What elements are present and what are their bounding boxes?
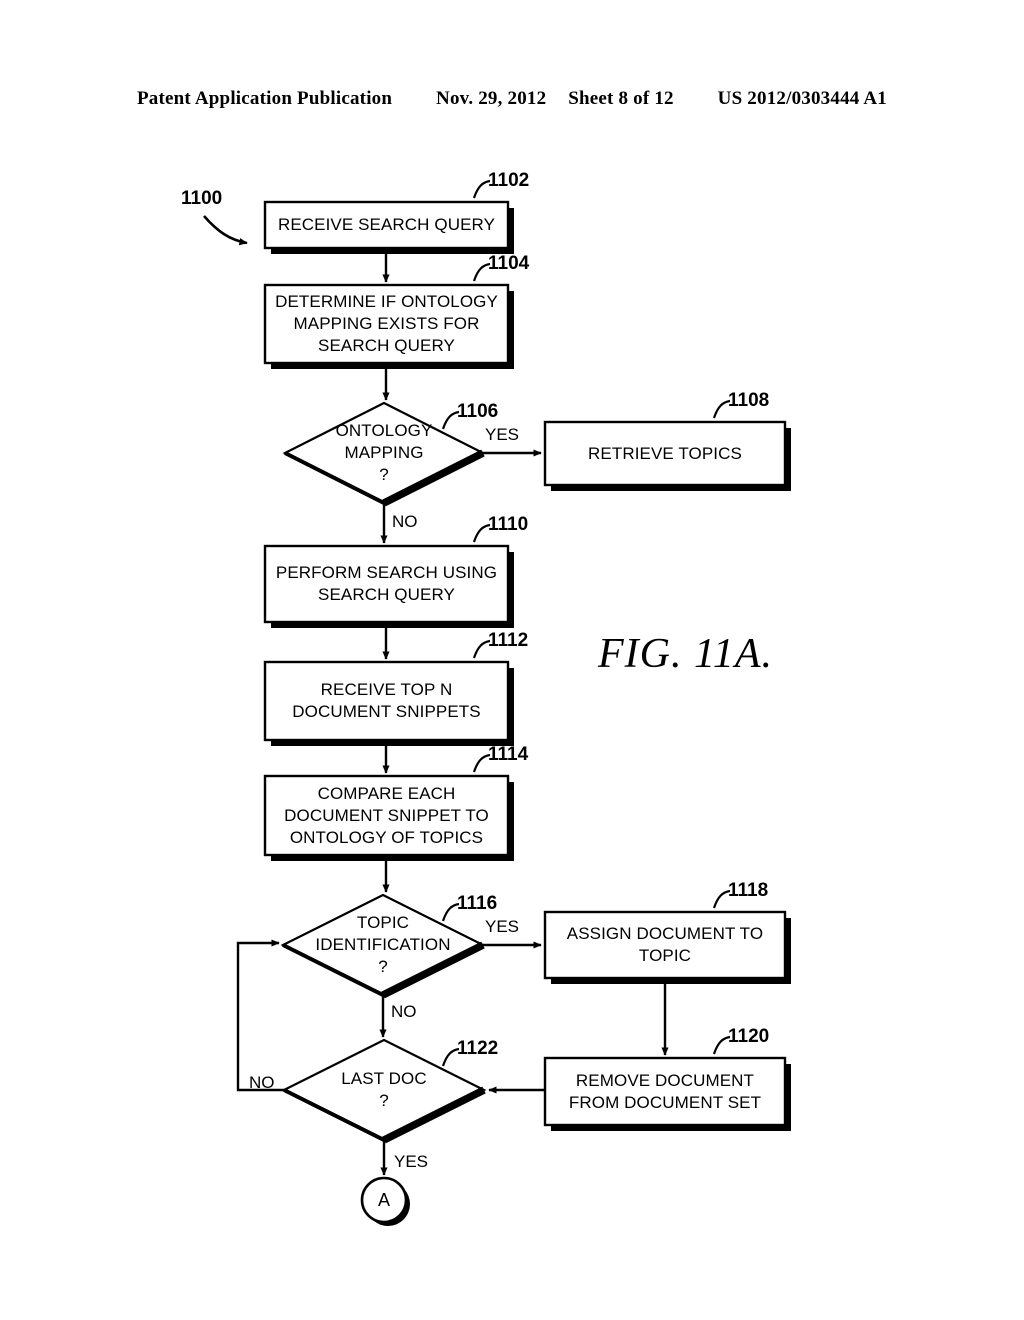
ref-number-1112: 1112 bbox=[488, 630, 529, 651]
box-1110 bbox=[263, 544, 510, 624]
patent-figure-page: Patent Application Publication Nov. 29, … bbox=[0, 0, 1024, 1320]
ref-number-1110: 1110 bbox=[488, 514, 529, 535]
box-1112 bbox=[263, 660, 510, 742]
diamond-1122 bbox=[281, 1038, 487, 1142]
ref-number-1122: 1122 bbox=[457, 1038, 499, 1059]
ref-number-1106: 1106 bbox=[457, 401, 499, 422]
box-1118 bbox=[543, 910, 787, 980]
diamond-1106 bbox=[282, 401, 486, 505]
edge-label-1116-no: NO bbox=[391, 1002, 417, 1021]
edge-label-1116-yes: YES bbox=[485, 917, 520, 936]
box-1120 bbox=[543, 1056, 787, 1127]
edge-label-1122-no: NO bbox=[249, 1073, 275, 1092]
box-1104 bbox=[263, 283, 510, 365]
edge-label-1106-no: NO bbox=[392, 512, 418, 531]
edge-label-1106-yes: YES bbox=[485, 425, 520, 444]
flow-ref-leader bbox=[203, 215, 248, 246]
connector-letter-label: A bbox=[377, 1190, 390, 1210]
box-1108 bbox=[543, 420, 787, 487]
ref-number-1120: 1120 bbox=[728, 1026, 770, 1047]
ref-number-1100: 1100 bbox=[181, 188, 223, 209]
figure-caption: FIG. 11A. bbox=[598, 631, 774, 677]
edge-label-1122-yes: YES bbox=[394, 1152, 429, 1171]
diamond-1116 bbox=[280, 893, 486, 997]
box-1114 bbox=[263, 774, 510, 857]
ref-number-1114: 1114 bbox=[488, 744, 529, 765]
ref-number-1118: 1118 bbox=[728, 880, 769, 901]
ref-number-1108: 1108 bbox=[728, 390, 770, 411]
arrow-1122-no-loopback bbox=[236, 939, 284, 1092]
ref-number-1116: 1116 bbox=[457, 893, 498, 914]
ref-number-1104: 1104 bbox=[488, 253, 530, 274]
box-1102 bbox=[263, 200, 510, 250]
ref-number-1102: 1102 bbox=[488, 170, 530, 191]
flowchart-drawing bbox=[203, 179, 791, 1226]
